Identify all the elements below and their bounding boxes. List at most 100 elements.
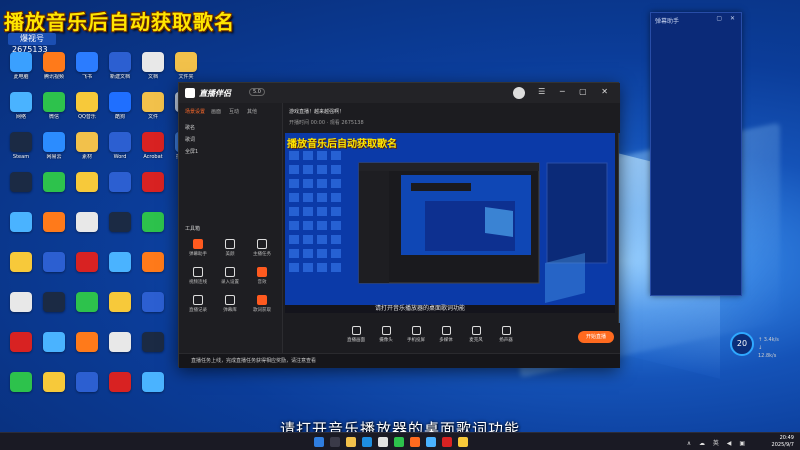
avatar[interactable] [513,87,525,99]
desktop-icon[interactable] [72,252,102,286]
scene-item[interactable]: 歌词 [185,136,195,143]
performance-monitor[interactable]: 20 ↑ 3.4k/s ↓ 12.8k/s [730,332,780,360]
desktop-icon[interactable] [6,372,36,406]
source-button[interactable]: 多媒体 [433,326,459,343]
desktop-icon-label: 此电脑 [13,74,29,80]
desktop-icon[interactable]: 文档 [138,52,168,86]
source-button[interactable]: 直播画面 [343,326,369,343]
desktop-icon[interactable]: 酷狗 [105,92,135,126]
desktop-icon[interactable]: 此电脑 [6,52,36,86]
window-controls[interactable]: ☰ ─ ▢ ✕ [538,87,614,96]
widget-controls[interactable]: ▢ ✕ [716,15,738,22]
source-button[interactable]: 扬声器 [493,326,519,343]
desktop-app-icon [76,332,98,352]
danmaku-widget-panel[interactable]: 弹幕助手 ▢ ✕ [650,12,742,296]
media-icon[interactable] [442,437,452,447]
desktop-app-icon [109,332,131,352]
store-icon[interactable] [378,437,388,447]
desktop-icon[interactable]: 文件夹 [171,52,201,86]
live-preview[interactable]: 播放音乐后自动获取歌名 请打开音乐播放器的桌面歌词功能 [285,133,615,313]
desktop-icon[interactable]: 腾讯视频 [39,52,69,86]
desktop-icon-label: 素材 [81,154,92,160]
desktop-icon[interactable] [138,372,168,406]
tool-button[interactable]: 弹幕助手 [183,239,213,257]
tool-button[interactable]: 直播记录 [183,295,213,313]
desktop-icon[interactable] [39,212,69,246]
desktop-icon[interactable] [39,292,69,326]
desktop-icon[interactable] [138,332,168,366]
desktop-icon[interactable] [6,252,36,286]
app-titlebar[interactable]: 直播伴侣 5.0 ☰ ─ ▢ ✕ [179,83,620,103]
desktop-icon[interactable] [39,252,69,286]
desktop-icon[interactable] [39,172,69,206]
desktop-icon[interactable] [6,292,36,326]
desktop-icon[interactable]: 新建文档 [105,52,135,86]
desktop-icon[interactable] [105,212,135,246]
scene-item[interactable]: 歌名 [185,124,195,131]
desktop-icon[interactable]: 飞书 [72,52,102,86]
tab-scene-settings[interactable]: 场景设置 [185,108,205,115]
desktop-icon-label: QQ音乐 [78,114,96,120]
desktop-icon[interactable] [6,212,36,246]
desktop-icon[interactable]: QQ音乐 [72,92,102,126]
desktop-app-icon [109,292,131,312]
start-icon[interactable] [314,437,324,447]
clock[interactable]: 20:49 2025/9/7 [772,435,794,449]
source-button[interactable]: 手机投屏 [403,326,429,343]
desktop-icon[interactable] [6,332,36,366]
tool-label: 主播任务 [253,252,271,257]
desktop-icon[interactable] [72,372,102,406]
source-button[interactable]: 麦克风 [463,326,489,343]
music-icon[interactable] [458,437,468,447]
desktop-icon[interactable]: Acrobat [138,132,168,166]
desktop-icon[interactable] [138,172,168,206]
desktop-icon[interactable]: 网络 [6,92,36,126]
desktop-icon[interactable] [138,252,168,286]
desktop-icon[interactable] [72,212,102,246]
desktop-icon[interactable] [105,252,135,286]
streaming-app-window[interactable]: 直播伴侣 5.0 ☰ ─ ▢ ✕ 场景设置 画面 互动 其他 歌名 歌词 全屏1… [178,82,620,368]
desktop-icon[interactable] [105,372,135,406]
desktop-icon[interactable] [72,332,102,366]
desktop-icon[interactable] [39,332,69,366]
desktop-icon[interactable]: Steam [6,132,36,166]
tool-button[interactable]: 歌词获取 [247,295,277,313]
desktop-icon[interactable]: 素材 [72,132,102,166]
desktop-icon[interactable]: 文件 [138,92,168,126]
source-icon [411,326,421,335]
tab-canvas[interactable]: 画面 [211,108,221,115]
desktop-icon[interactable]: 微信 [39,92,69,126]
tool-button[interactable]: 弹幕库 [215,295,245,313]
scene-item[interactable]: 全屏1 [185,148,198,155]
stream-title[interactable]: 游戏直播！越来越强啊！ [289,108,344,115]
desktop-app-icon [43,52,65,72]
tool-button[interactable]: 美颜 [215,239,245,257]
tab-other[interactable]: 其他 [247,108,257,115]
search-icon[interactable] [330,437,340,447]
browser-icon[interactable] [426,437,436,447]
desktop-icon[interactable] [138,212,168,246]
desktop-icon[interactable] [39,372,69,406]
desktop-app-icon [142,292,164,312]
desktop-icon[interactable] [72,292,102,326]
wechat-icon[interactable] [394,437,404,447]
desktop-icon[interactable] [105,172,135,206]
streaming-app-icon[interactable] [410,437,420,447]
tab-interact[interactable]: 互动 [229,108,239,115]
tool-button[interactable]: 音效 [247,267,277,285]
tool-button[interactable]: 录入设置 [215,267,245,285]
desktop-icon[interactable]: 网易云 [39,132,69,166]
tool-button[interactable]: 主播任务 [247,239,277,257]
tool-button[interactable]: 视频连线 [183,267,213,285]
explorer-icon[interactable] [346,437,356,447]
edge-icon[interactable] [362,437,372,447]
desktop-icon[interactable] [105,332,135,366]
desktop-icon[interactable] [72,172,102,206]
system-tray[interactable]: ∧ ☁ 英 ◀ ▣ [687,438,748,447]
desktop-icon[interactable]: Word [105,132,135,166]
desktop-icon[interactable] [138,292,168,326]
desktop-icon[interactable] [105,292,135,326]
source-button[interactable]: 摄像头 [373,326,399,343]
go-live-button[interactable]: 开始直播 [578,331,614,343]
desktop-icon[interactable] [6,172,36,206]
